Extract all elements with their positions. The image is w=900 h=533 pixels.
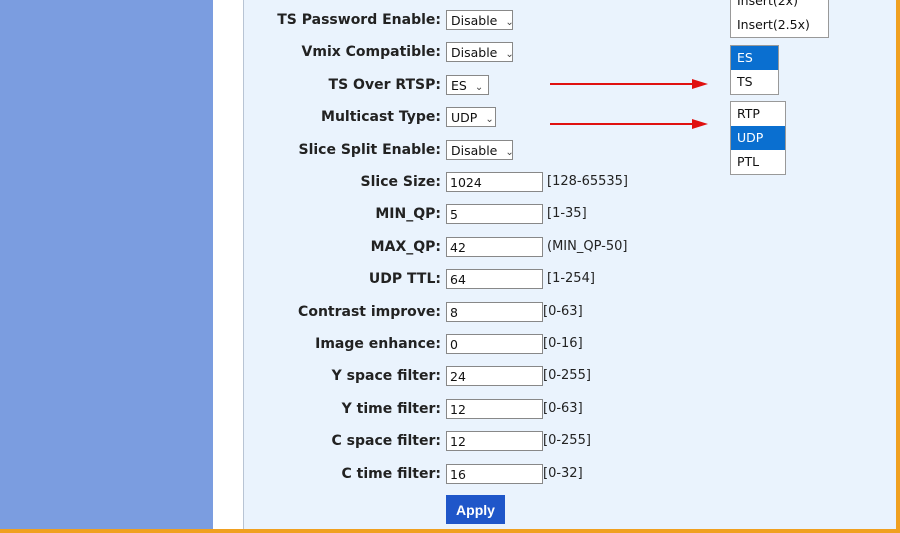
frame-border [896,0,900,533]
arrow-icon [550,119,708,129]
frame-border [0,529,900,533]
arrow-icon [550,79,708,89]
annotation-arrows [550,79,708,129]
